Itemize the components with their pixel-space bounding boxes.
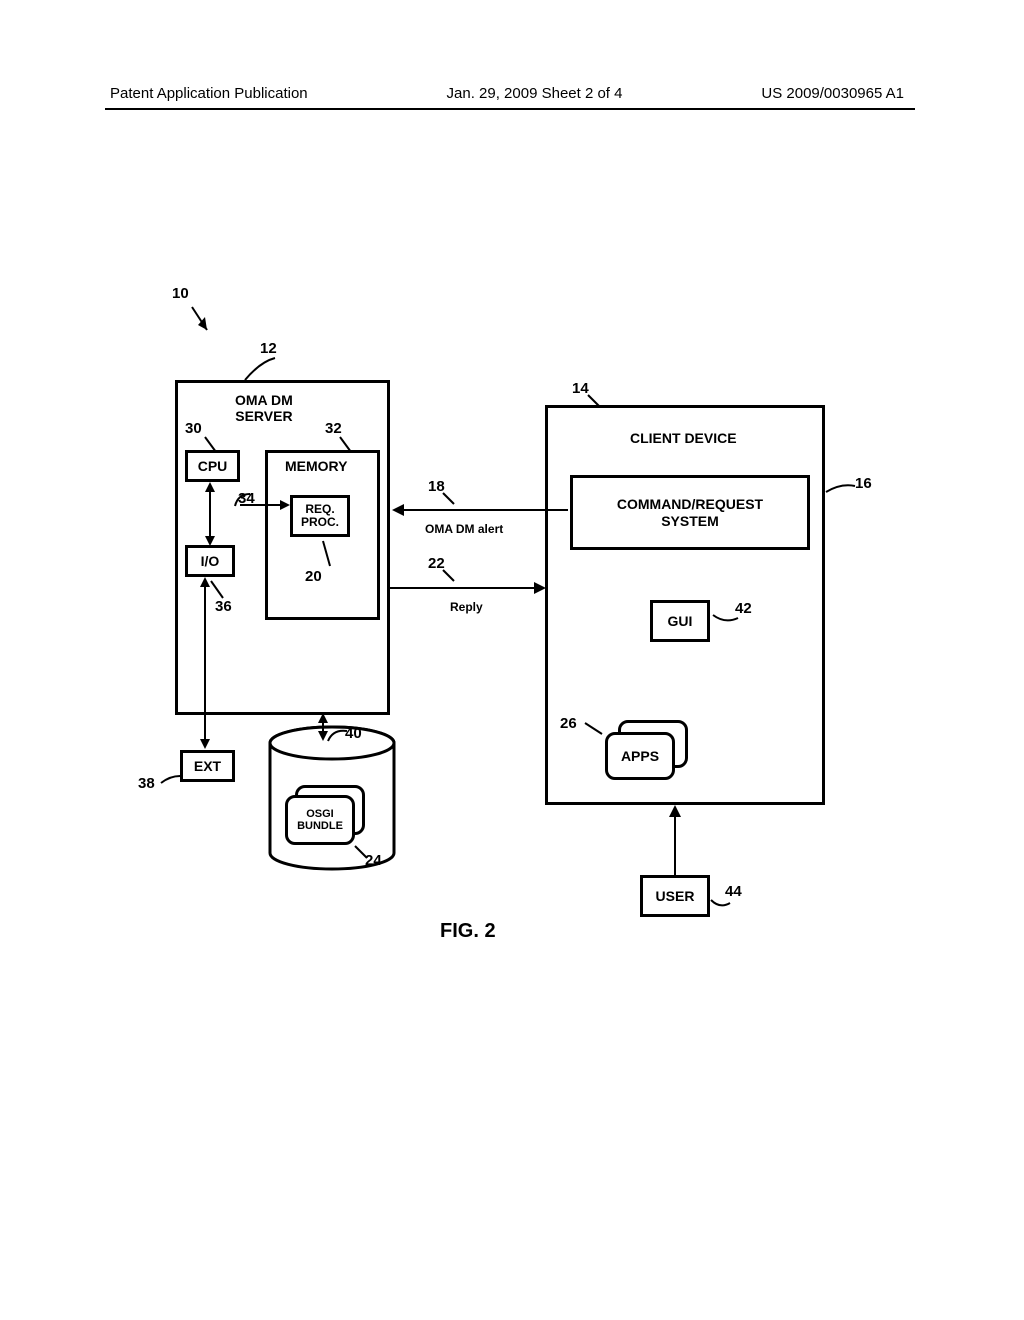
figure-caption: FIG. 2 bbox=[440, 920, 496, 943]
ref-26-lead bbox=[582, 720, 607, 738]
reply-label: Reply bbox=[450, 600, 483, 614]
server-title: OMA DM SERVER bbox=[235, 392, 293, 424]
ref-26: 26 bbox=[560, 715, 577, 732]
osgi-label: OSGI BUNDLE bbox=[297, 808, 343, 832]
reply-arrow bbox=[390, 578, 548, 598]
apps-box-front: APPS bbox=[605, 732, 675, 780]
gui-box: GUI bbox=[650, 600, 710, 642]
ref-38-lead bbox=[158, 773, 183, 788]
ref-20-lead bbox=[320, 538, 340, 570]
user-box: USER bbox=[640, 875, 710, 917]
client-title: CLIENT DEVICE bbox=[630, 430, 737, 446]
io-box: I/O bbox=[185, 545, 235, 577]
ext-label: EXT bbox=[194, 758, 221, 774]
ext-box: EXT bbox=[180, 750, 235, 782]
user-label: USER bbox=[656, 888, 695, 904]
req-proc-box: REQ. PROC. bbox=[290, 495, 350, 537]
header-rule bbox=[105, 108, 915, 110]
apps-label: APPS bbox=[621, 748, 659, 764]
cpu-memory-arrow bbox=[240, 495, 290, 515]
ref-30: 30 bbox=[185, 420, 202, 437]
ref-20: 20 bbox=[305, 568, 322, 585]
header-right: US 2009/0030965 A1 bbox=[761, 85, 904, 102]
user-client-arrow bbox=[665, 805, 685, 877]
server-db-arrow bbox=[313, 713, 333, 743]
cmd-req-box: COMMAND/REQUEST SYSTEM bbox=[570, 475, 810, 550]
cpu-io-arrow bbox=[200, 482, 220, 546]
header-left: Patent Application Publication bbox=[110, 85, 308, 102]
ref-42-lead bbox=[710, 612, 740, 627]
ref-12-lead bbox=[240, 352, 290, 387]
alert-label: OMA DM alert bbox=[425, 522, 503, 536]
gui-label: GUI bbox=[668, 613, 693, 629]
page-header: Patent Application Publication Jan. 29, … bbox=[0, 85, 1024, 102]
ref-22-lead bbox=[440, 567, 460, 585]
ref-16-lead bbox=[823, 480, 858, 495]
ref-38: 38 bbox=[138, 775, 155, 792]
ref-10-lead bbox=[185, 300, 215, 340]
ref-18-lead bbox=[440, 490, 460, 508]
io-label: I/O bbox=[201, 553, 220, 569]
header-middle: Jan. 29, 2009 Sheet 2 of 4 bbox=[447, 85, 623, 102]
cpu-label: CPU bbox=[198, 458, 228, 474]
osgi-box-front: OSGI BUNDLE bbox=[285, 795, 355, 845]
ref-24-lead bbox=[352, 843, 372, 861]
cpu-box: CPU bbox=[185, 450, 240, 482]
io-ext-arrow bbox=[195, 577, 215, 752]
figure-2-diagram: 10 OMA DM SERVER 12 30 32 CPU MEMORY REQ… bbox=[130, 300, 910, 980]
ref-14-lead bbox=[585, 392, 605, 410]
ref-44-lead bbox=[708, 897, 733, 917]
req-proc-label: REQ. PROC. bbox=[301, 503, 339, 529]
cmd-req-label: COMMAND/REQUEST SYSTEM bbox=[617, 496, 763, 530]
memory-label: MEMORY bbox=[285, 458, 347, 474]
alert-arrow bbox=[390, 500, 570, 520]
